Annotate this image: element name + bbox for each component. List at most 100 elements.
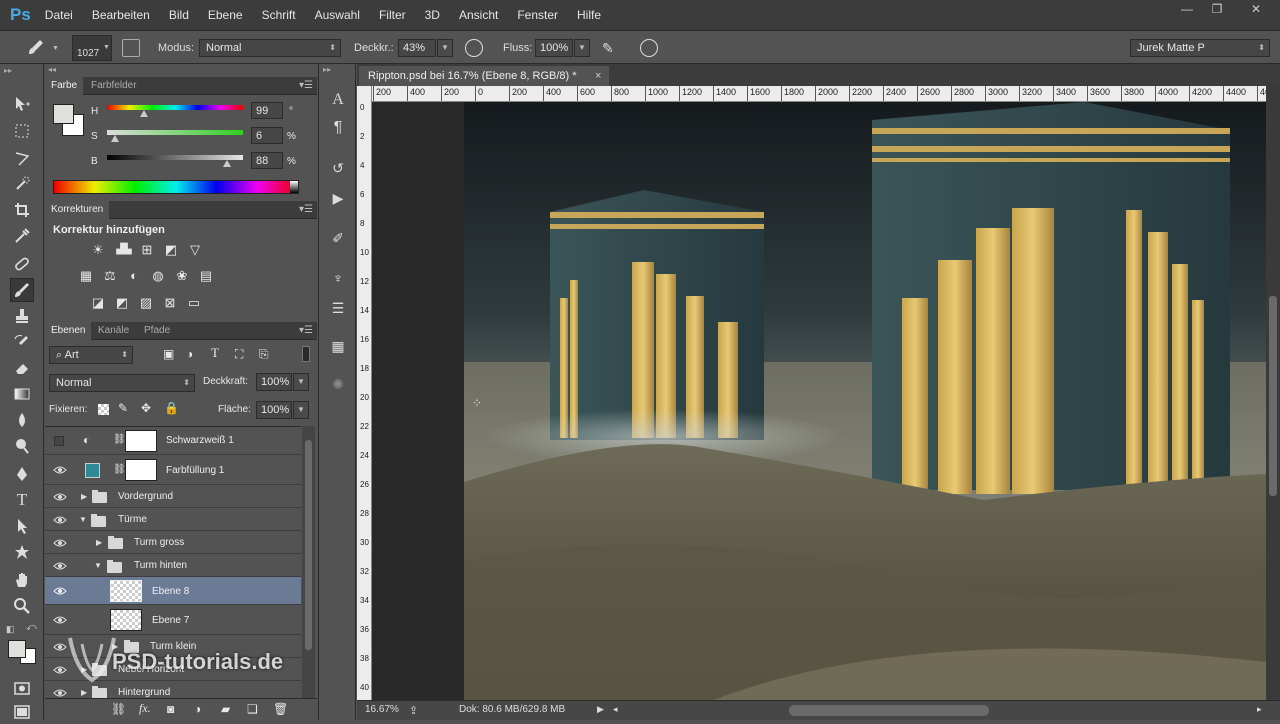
layer-row-ebene-8[interactable]: Ebene 8 bbox=[45, 577, 301, 605]
menu-fenster[interactable]: Fenster bbox=[517, 8, 558, 22]
tab-farbfelder[interactable]: Farbfelder bbox=[85, 77, 143, 95]
tab-pfade[interactable]: Pfade bbox=[138, 322, 176, 340]
layers-scrollbar[interactable] bbox=[302, 426, 315, 698]
history-panel-icon[interactable]: ↺ bbox=[328, 158, 348, 178]
spectrum-bw-strip[interactable] bbox=[290, 181, 298, 193]
link-icon[interactable]: ⛓ bbox=[113, 434, 126, 445]
lock-position-icon[interactable]: ✥ bbox=[141, 401, 151, 415]
layer-style-fx-icon[interactable]: fx. bbox=[139, 701, 151, 716]
eye-icon[interactable] bbox=[53, 492, 67, 502]
hue-saturation-icon[interactable]: ▦ bbox=[77, 268, 95, 284]
tool-presets-icon[interactable]: ✺ bbox=[328, 374, 348, 394]
quick-selection-tool-icon[interactable] bbox=[10, 172, 34, 196]
healing-brush-tool-icon[interactable] bbox=[10, 252, 34, 276]
filter-pixel-icon[interactable]: ▣ bbox=[163, 347, 174, 361]
tool-preset-arrow-icon[interactable]: ▼ bbox=[52, 45, 59, 52]
color-balance-icon[interactable]: ⚖ bbox=[101, 268, 119, 284]
menu-datei[interactable]: Datei bbox=[45, 8, 73, 22]
collapse-arrow-icon[interactable]: ▼ bbox=[79, 515, 87, 524]
paragraph-panel-icon[interactable]: ¶ bbox=[328, 118, 348, 138]
panel-menu-icon[interactable]: ▾☰ bbox=[299, 80, 313, 91]
menu-filter[interactable]: Filter bbox=[379, 8, 406, 22]
brightness-field[interactable]: 88 bbox=[251, 152, 283, 169]
layer-opacity-dropdown-button[interactable]: ▼ bbox=[293, 373, 309, 391]
eraser-tool-icon[interactable] bbox=[10, 356, 34, 380]
photo-filter-icon[interactable]: ◍ bbox=[149, 268, 167, 284]
document-image[interactable] bbox=[464, 102, 1266, 700]
layer-opacity-field[interactable]: 100% bbox=[256, 373, 292, 391]
lock-pixels-icon[interactable]: ✎ bbox=[118, 401, 128, 415]
invert-icon[interactable]: ◪ bbox=[89, 295, 107, 311]
flow-field[interactable]: 100% bbox=[535, 39, 573, 57]
blend-mode-dropdown[interactable]: Normal ⬍ bbox=[49, 374, 195, 392]
document-size-info[interactable]: Dok: 80.6 MB/629.8 MB bbox=[459, 704, 565, 715]
lock-all-icon[interactable]: 🔒 bbox=[164, 401, 179, 415]
hue-slider[interactable] bbox=[107, 105, 243, 110]
workspace-dropdown[interactable]: Jurek Matte P ⬍ bbox=[1130, 39, 1270, 57]
layer-row-turm-hinten[interactable]: ▼ Turm hinten bbox=[45, 554, 301, 577]
restore-button[interactable]: ❐ bbox=[1202, 0, 1232, 18]
filter-toggle-switch[interactable] bbox=[302, 346, 310, 362]
layer-name[interactable]: Farbfüllung 1 bbox=[166, 465, 224, 476]
fill-field[interactable]: 100% bbox=[256, 401, 292, 419]
filter-type-icon[interactable]: T bbox=[211, 345, 219, 361]
tab-farbe[interactable]: Farbe bbox=[45, 77, 84, 95]
color-spectrum-ramp[interactable] bbox=[53, 180, 299, 194]
lock-transparency-icon[interactable] bbox=[98, 404, 109, 415]
new-layer-icon[interactable]: ❏ bbox=[247, 702, 258, 716]
flow-dropdown-button[interactable]: ▼ bbox=[574, 39, 590, 57]
canvas-vertical-scrollbar[interactable] bbox=[1266, 86, 1280, 700]
eye-icon[interactable] bbox=[53, 538, 67, 548]
layer-name[interactable]: Ebene 7 bbox=[152, 615, 189, 626]
scroll-left-icon[interactable]: ◂ bbox=[613, 704, 618, 715]
layer-row-schwarzweiss[interactable]: ◐ ⛓ Schwarzweiß 1 bbox=[45, 427, 301, 455]
hue-slider-thumb[interactable] bbox=[140, 110, 149, 117]
menu-3d[interactable]: 3D bbox=[425, 8, 440, 22]
filter-smart-object-icon[interactable]: ⎘ bbox=[259, 347, 269, 362]
document-tab[interactable]: Rippton.psd bei 16.7% (Ebene 8, RGB/8) *… bbox=[359, 66, 609, 86]
screen-mode-icon[interactable] bbox=[10, 700, 34, 724]
brush-panel-toggle-icon[interactable] bbox=[122, 39, 140, 57]
vertical-ruler[interactable]: 0 2 4 6 8 10 12 14 16 18 20 22 24 26 28 30 32 34 36 38 40 bbox=[357, 86, 372, 700]
close-tab-icon[interactable]: × bbox=[595, 66, 601, 86]
black-white-icon[interactable]: ◐ bbox=[125, 268, 143, 284]
hand-tool-icon[interactable] bbox=[10, 568, 34, 592]
layer-name[interactable]: Vordergrund bbox=[118, 491, 173, 502]
menu-ansicht[interactable]: Ansicht bbox=[459, 8, 498, 22]
zoom-level[interactable]: 16.67% bbox=[365, 704, 399, 715]
link-layers-icon[interactable]: ⛓ bbox=[111, 702, 126, 716]
add-mask-icon[interactable]: ◙ bbox=[167, 702, 174, 716]
opacity-dropdown-button[interactable]: ▼ bbox=[437, 39, 453, 57]
custom-shape-tool-icon[interactable] bbox=[10, 540, 34, 564]
saturation-slider[interactable] bbox=[107, 130, 243, 135]
layers-scrollbar-thumb[interactable] bbox=[305, 440, 312, 650]
move-tool-icon[interactable] bbox=[10, 92, 34, 116]
layer-thumbnail[interactable] bbox=[110, 609, 142, 631]
tab-korrekturen[interactable]: Korrekturen bbox=[45, 201, 110, 219]
scroll-right-icon[interactable]: ▸ bbox=[1257, 704, 1262, 715]
pressure-opacity-icon[interactable] bbox=[465, 39, 483, 57]
filter-shape-icon[interactable]: ⛶ bbox=[235, 347, 243, 362]
zoom-tool-icon[interactable] bbox=[10, 594, 34, 618]
expand-panels-icon[interactable]: ▸▸ bbox=[323, 65, 331, 74]
delete-layer-icon[interactable]: 🗑 bbox=[273, 702, 288, 716]
menu-bearbeiten[interactable]: Bearbeiten bbox=[92, 8, 150, 22]
panel-menu-icon[interactable]: ▾☰ bbox=[299, 204, 313, 215]
dodge-tool-icon[interactable] bbox=[10, 434, 34, 458]
export-icon[interactable]: ⇪ bbox=[409, 704, 418, 717]
crop-tool-icon[interactable] bbox=[10, 198, 34, 222]
brush-presets-icon[interactable]: ✐ bbox=[328, 228, 348, 248]
eye-icon[interactable] bbox=[53, 615, 67, 625]
curves-icon[interactable]: ⊞ bbox=[138, 242, 156, 258]
expand-arrow-icon[interactable]: ▶ bbox=[81, 492, 87, 501]
pressure-size-icon[interactable] bbox=[640, 39, 658, 57]
visibility-off-box[interactable] bbox=[54, 436, 64, 446]
history-brush-tool-icon[interactable] bbox=[10, 330, 34, 354]
horizontal-ruler[interactable]: 200 400 200 0 200 400 600 800 1000 1200 1400 1600 18… bbox=[372, 86, 1266, 102]
layer-row-turm-gross[interactable]: ▶ Turm gross bbox=[45, 531, 301, 554]
properties-panel-icon[interactable]: ☰ bbox=[328, 298, 348, 318]
eye-icon[interactable] bbox=[53, 586, 67, 596]
layer-name[interactable]: Türme bbox=[118, 514, 147, 525]
canvas-scrollbar-thumb[interactable] bbox=[1269, 296, 1277, 496]
layer-thumbnail[interactable] bbox=[110, 580, 142, 602]
